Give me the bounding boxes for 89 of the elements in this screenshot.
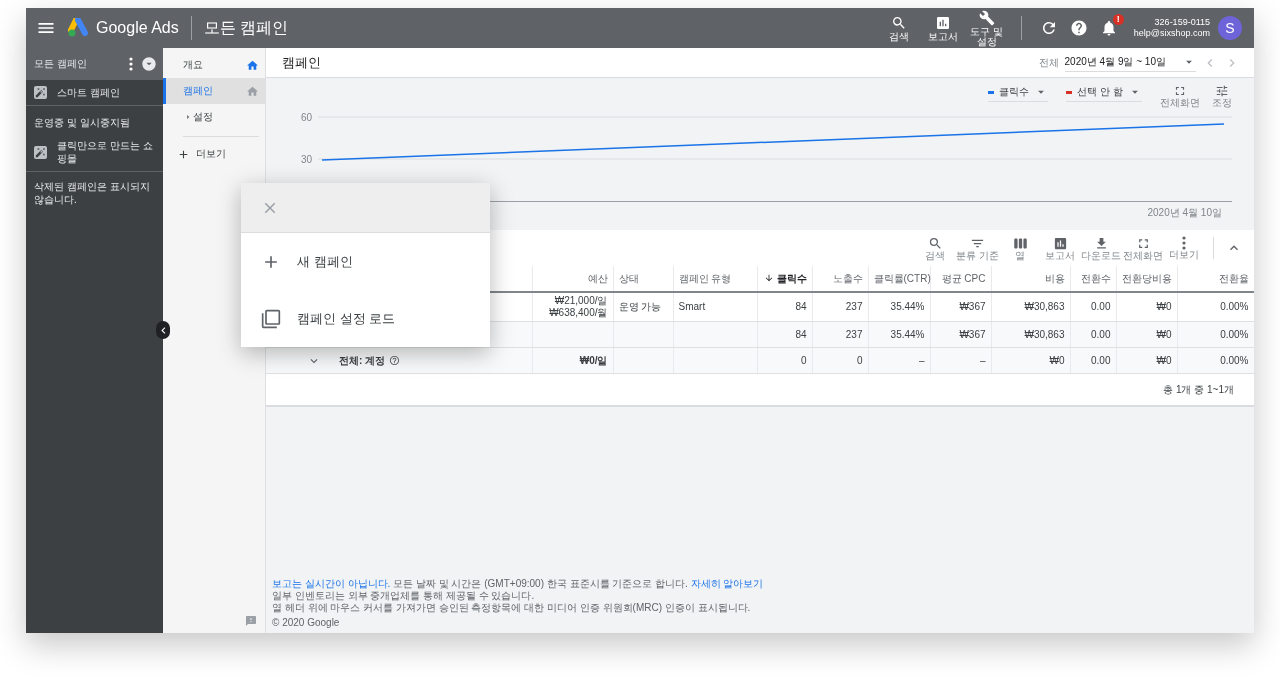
table-cell: 0.00 — [1070, 321, 1116, 348]
wrench-icon — [978, 9, 995, 26]
copyright: © 2020 Google — [272, 617, 341, 629]
metric-select[interactable]: 선택 안 함 — [1066, 84, 1142, 102]
dropdown-icon[interactable] — [141, 56, 157, 72]
account-email: help@sixshop.com — [1133, 28, 1210, 39]
toolbar-button[interactable]: 도구 및 설정 — [964, 9, 1009, 47]
row-label: 전체: 계정 — [339, 354, 386, 367]
footer-note: 일부 인벤토리는 외부 중개업체를 통해 제공될 수 있습니다. — [272, 590, 536, 602]
axis-label: 30 — [300, 154, 312, 165]
table-cell: ₩0 — [991, 347, 1070, 374]
table-tool-button[interactable]: 열 — [1001, 235, 1039, 261]
table-cell: 0.00% — [1177, 347, 1254, 374]
table-cell: ₩21,000/일 ₩638,400/월 — [532, 292, 613, 322]
avatar[interactable]: S — [1218, 16, 1242, 40]
toolbar-button[interactable]: 검색 — [876, 14, 921, 42]
more-icon — [129, 57, 133, 71]
chart-action-button[interactable]: 조정 — [1212, 84, 1232, 108]
table-tool-button[interactable]: 분류 기준 — [956, 235, 999, 261]
table-cell: 운영 가능 — [613, 292, 673, 322]
table-cell: 35.44% — [868, 292, 930, 322]
metric-select[interactable]: 클릭수 — [988, 84, 1049, 102]
table-tool-button[interactable]: 더보기 — [1165, 236, 1203, 260]
nav-item[interactable]: 설정 — [163, 104, 265, 130]
table-cell: 35.44% — [868, 321, 930, 348]
pagination-text: 총 1개 중 1~1개 — [1163, 382, 1234, 397]
sliders-icon — [1215, 84, 1229, 98]
help-icon[interactable] — [389, 355, 401, 366]
table-cell: 0.00 — [1070, 347, 1116, 374]
menu-item[interactable]: 캠페인 설정 로드 — [241, 290, 490, 347]
table-cell: – — [868, 347, 930, 374]
wand-icon — [34, 86, 47, 99]
axis-label: 60 — [300, 112, 312, 123]
nav-item[interactable]: 개요 — [163, 52, 265, 78]
table-cell: 84 — [757, 321, 812, 348]
search-icon — [890, 14, 907, 31]
axis-label: 2020년 4월 10일 — [1147, 206, 1222, 220]
nav-item[interactable]: 더보기 — [163, 141, 265, 167]
table-cell: 237 — [812, 321, 868, 348]
chart-action-button[interactable]: 전체화면 — [1160, 84, 1200, 108]
menu-item[interactable]: 새 캠페인 — [241, 233, 490, 290]
table-cell: ₩367 — [930, 321, 991, 348]
table-cell: ₩30,863 — [991, 321, 1070, 348]
app-name: Google Ads — [96, 19, 179, 37]
table-tool-button[interactable]: 다운로드 — [1081, 235, 1121, 261]
table-cell: ₩0 — [1116, 292, 1177, 322]
table-cell: – — [930, 347, 991, 374]
table-cell: 0 — [812, 347, 868, 374]
table-tool-button[interactable]: 보고서 — [1041, 235, 1079, 261]
table-cell: 0.00 — [1070, 292, 1116, 322]
help-link[interactable]: 보고는 실시간이 아닙니다. — [272, 578, 391, 589]
bar-chart-icon — [934, 14, 951, 31]
table-cell: ₩0 — [1116, 321, 1177, 348]
table-tool-button[interactable]: 전체화면 — [1123, 235, 1163, 261]
help-link[interactable]: 자세히 알아보기 — [690, 578, 764, 589]
footer-note: 열 헤더 위에 마우스 커서를 가져가면 승인된 측정항목에 대한 미디어 인증 위원회(MRC) 인증이 표시됩니다. — [272, 602, 752, 614]
sidebar-title: 모든 캠페인 — [34, 57, 88, 71]
report-notice: 보고는 실시간이 아닙니다. 모든 날짜 및 시간은 (GMT+09:00) 한국 표준시를 기준으로 합니다. 자세히 알아보기 — [272, 578, 765, 590]
table-cell: ₩30,863 — [991, 292, 1070, 322]
date-label: 전체 — [1038, 55, 1059, 70]
more-icon — [1182, 236, 1186, 250]
table-cell: 0.00% — [1177, 321, 1254, 348]
account-phone: 326-159-0115 — [1154, 17, 1210, 28]
sidebar-note: 삭제된 캠페인은 표시되지 않습니다. — [33, 180, 151, 207]
wand-icon — [34, 145, 47, 159]
table-cell: 0 — [757, 347, 812, 374]
logo-icon — [68, 18, 90, 38]
campaign-item[interactable]: 스마트 캠페인 — [26, 80, 163, 106]
table-cell: ₩0/일 — [532, 347, 613, 374]
date-range-select[interactable]: 2020년 4월 9일 ~ 10일 — [1064, 53, 1196, 72]
table-cell: Smart — [673, 292, 757, 322]
table-cell: 84 — [757, 292, 812, 322]
copy-icon — [261, 308, 281, 329]
table-cell: 237 — [812, 292, 868, 322]
help-icon[interactable] — [1069, 19, 1088, 37]
table-cell: ₩367 — [930, 292, 991, 322]
fullscreen-icon — [1173, 84, 1187, 98]
notification-badge: ! — [1112, 14, 1124, 25]
collapse-button[interactable] — [156, 321, 170, 339]
table-tool-button[interactable]: 검색 — [916, 235, 955, 261]
section-heading: 운영중 및 일시중지됨 — [33, 116, 131, 130]
table-cell: ₩0 — [1116, 347, 1177, 374]
bar-chart-icon — [1052, 235, 1068, 251]
page-title: 모든 캠페인 — [203, 17, 289, 38]
toolbar-button[interactable]: 보고서 — [920, 14, 965, 42]
nav-item[interactable]: 캠페인 — [163, 78, 265, 104]
search-icon — [927, 235, 943, 251]
table-cell: 0.00% — [1177, 292, 1254, 322]
page-heading: 캠페인 — [282, 53, 322, 72]
